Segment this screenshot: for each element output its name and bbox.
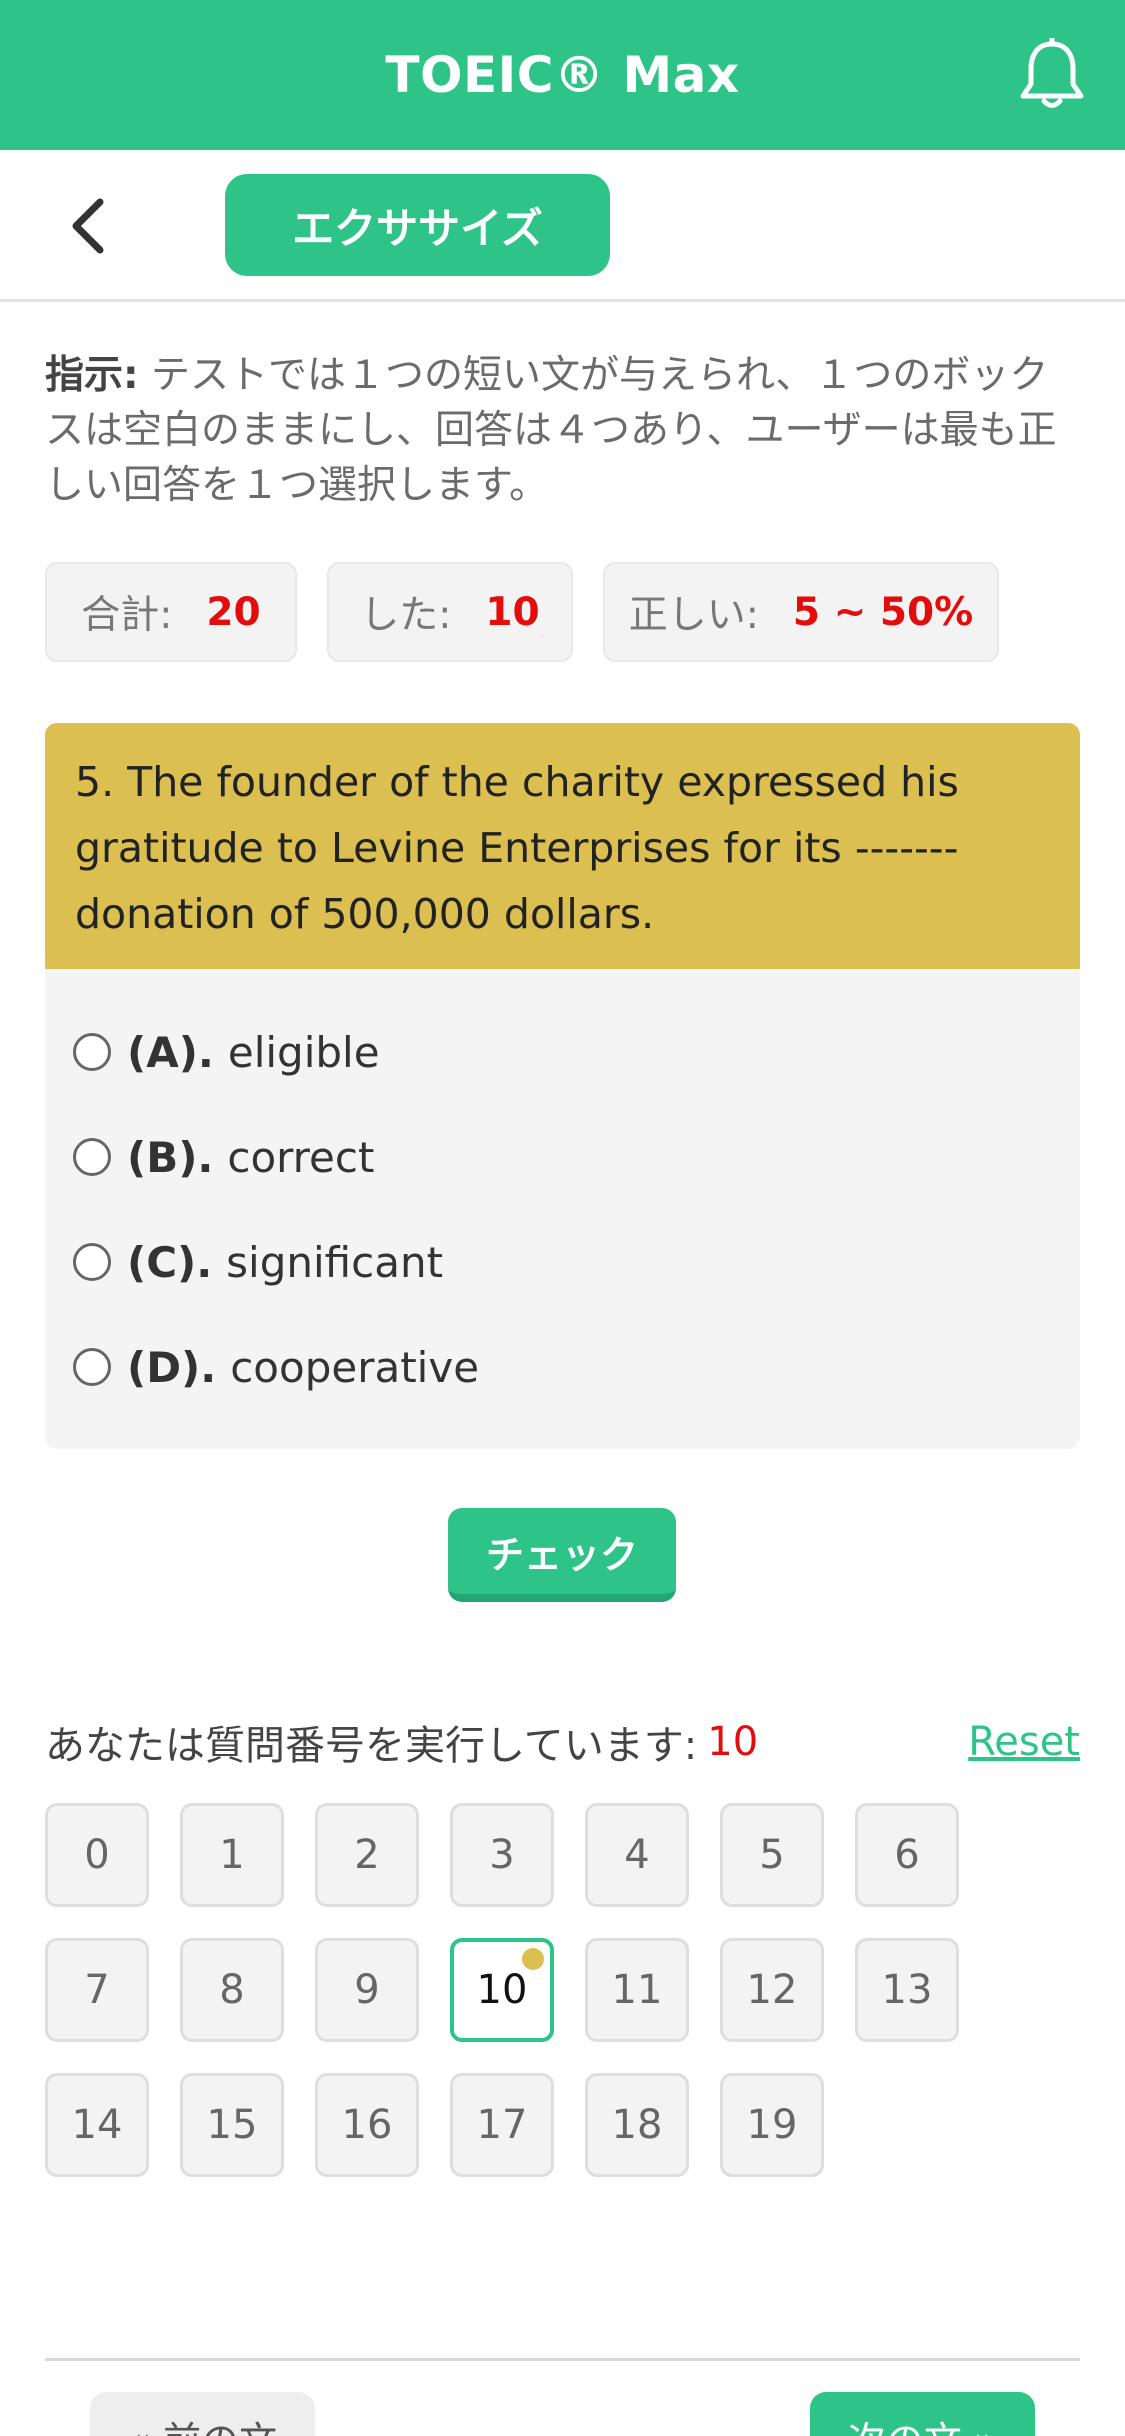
stat-done-value: 10 <box>485 589 540 635</box>
progress-label: あなたは質問番号を実行しています: <box>45 1723 698 1769</box>
option-c[interactable]: (C). significant <box>73 1227 1033 1297</box>
radio-button[interactable] <box>73 1138 111 1176</box>
previous-sentence-button[interactable]: « 前の文 <box>90 2392 315 2436</box>
stat-correct-value: 5 ~ 50% <box>792 589 974 635</box>
sub-navigation: エクササイズ <box>0 150 1125 302</box>
check-button[interactable]: チェック <box>448 1508 676 1602</box>
reset-link[interactable]: Reset <box>968 1712 1080 1772</box>
question-number-cell[interactable]: 16 <box>315 2073 419 2177</box>
option-text: significant <box>226 1237 444 1287</box>
question-number-cell[interactable]: 3 <box>450 1803 554 1907</box>
instruction-label: 指示: <box>45 353 139 398</box>
stat-total: 合計: 20 <box>45 562 297 662</box>
current-marker-dot <box>522 1948 544 1970</box>
question-number-cell[interactable]: 2 <box>315 1803 419 1907</box>
question-number-cell[interactable]: 6 <box>855 1803 959 1907</box>
question-number-cell[interactable]: 18 <box>585 2073 689 2177</box>
stat-total-label: 合計: <box>81 593 173 638</box>
radio-button[interactable] <box>73 1033 111 1071</box>
stat-done-label: した: <box>360 593 452 638</box>
app-title: TOEIC® Max <box>385 46 740 104</box>
divider <box>45 2358 1080 2361</box>
stat-total-value: 20 <box>206 589 261 635</box>
stat-correct: 正しい: 5 ~ 50% <box>603 562 999 662</box>
option-text: correct <box>227 1132 375 1182</box>
option-text: eligible <box>227 1027 380 1077</box>
chevron-left-icon[interactable] <box>64 196 114 256</box>
app-root: TOEIC® Max エクササイズ 指示: テストでは１つの短い文が与えられ、１… <box>0 0 1125 2436</box>
question-number-cell[interactable]: 12 <box>720 1938 824 2042</box>
answer-options: (A). eligible (B). correct (C). signific… <box>45 969 1080 1449</box>
option-d[interactable]: (D). cooperative <box>73 1332 1033 1402</box>
tab-exercise[interactable]: エクササイズ <box>225 174 610 276</box>
option-key: (B). <box>127 1132 214 1182</box>
question-number-cell[interactable]: 4 <box>585 1803 689 1907</box>
option-a[interactable]: (A). eligible <box>73 1017 1033 1087</box>
stat-done: した: 10 <box>327 562 573 662</box>
instruction-body: テストでは１つの短い文が与えられ、１つのボックスは空白のままにし、回答は４つあり… <box>45 353 1057 508</box>
bell-icon[interactable] <box>1017 38 1087 112</box>
option-key: (A). <box>127 1027 214 1077</box>
option-key: (C). <box>127 1237 213 1287</box>
question-number-cell[interactable]: 9 <box>315 1938 419 2042</box>
question-number-cell[interactable]: 14 <box>45 2073 149 2177</box>
question-text: 5. The founder of the charity expressed … <box>45 723 1080 969</box>
instruction-text: 指示: テストでは１つの短い文が与えられ、１つのボックスは空白のままにし、回答は… <box>45 348 1085 513</box>
radio-button[interactable] <box>73 1243 111 1281</box>
question-number-cell-active[interactable]: 10 <box>450 1938 554 2042</box>
question-number-cell[interactable]: 19 <box>720 2073 824 2177</box>
next-sentence-button[interactable]: 次の文 » <box>810 2392 1035 2436</box>
option-b[interactable]: (B). correct <box>73 1122 1033 1192</box>
question-number-cell[interactable]: 11 <box>585 1938 689 2042</box>
question-number-cell[interactable]: 17 <box>450 2073 554 2177</box>
option-text: cooperative <box>230 1342 480 1392</box>
question-number-cell[interactable]: 7 <box>45 1938 149 2042</box>
question-number-cell[interactable]: 13 <box>855 1938 959 2042</box>
question-number: 10 <box>476 1967 528 2013</box>
progress-current: 10 <box>707 1719 759 1765</box>
question-number-cell[interactable]: 1 <box>180 1803 284 1907</box>
stat-correct-label: 正しい: <box>628 593 759 638</box>
radio-button[interactable] <box>73 1348 111 1386</box>
question-number-cell[interactable]: 5 <box>720 1803 824 1907</box>
option-key: (D). <box>127 1342 217 1392</box>
current-question-indicator: あなたは質問番号を実行しています: 10 <box>45 1712 1085 1772</box>
question-number-cell[interactable]: 0 <box>45 1803 149 1907</box>
question-number-cell[interactable]: 15 <box>180 2073 284 2177</box>
app-header: TOEIC® Max <box>0 0 1125 150</box>
question-number-cell[interactable]: 8 <box>180 1938 284 2042</box>
